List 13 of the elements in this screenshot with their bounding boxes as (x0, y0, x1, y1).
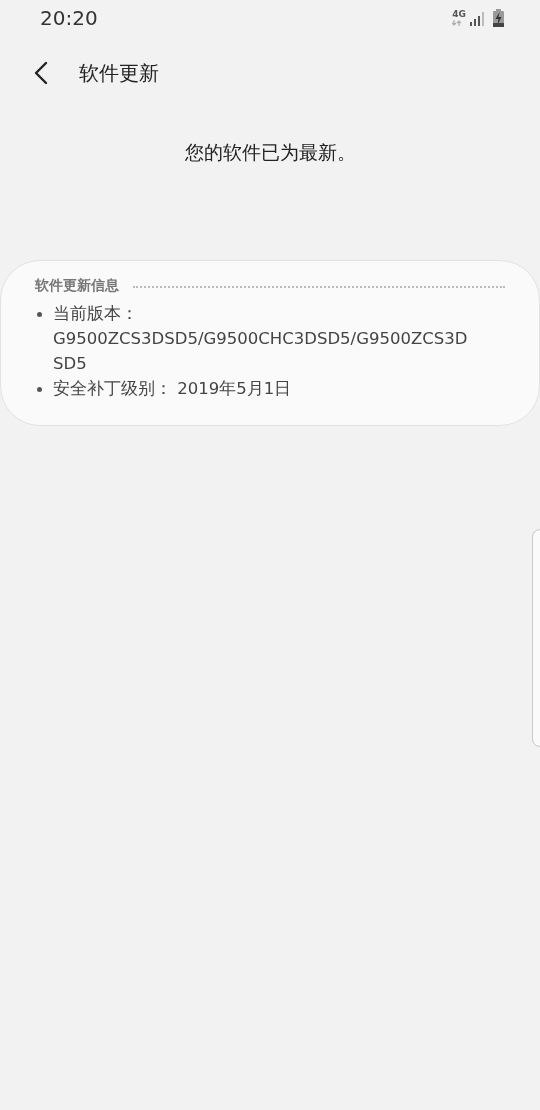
bullet-icon (37, 312, 42, 317)
battery-charging-icon (493, 9, 504, 27)
back-icon[interactable] (34, 61, 48, 85)
signal-icon (470, 11, 486, 26)
info-text: 当前版本：G9500ZCS3DSD5/G9500CHC3DSD5/G9500ZCS3DSD5 (53, 303, 469, 375)
network-type: 4G (452, 9, 466, 19)
bullet-icon (37, 387, 42, 392)
info-text: 安全补丁级别： 2019年5月1日 (53, 378, 293, 400)
data-arrows-icon (452, 20, 462, 26)
page-title: 软件更新 (79, 59, 159, 87)
status-message: 您的软件已为最新。 (184, 140, 356, 165)
section-heading: 软件更新信息 (35, 277, 119, 295)
status-time: 20:20 (40, 6, 98, 30)
